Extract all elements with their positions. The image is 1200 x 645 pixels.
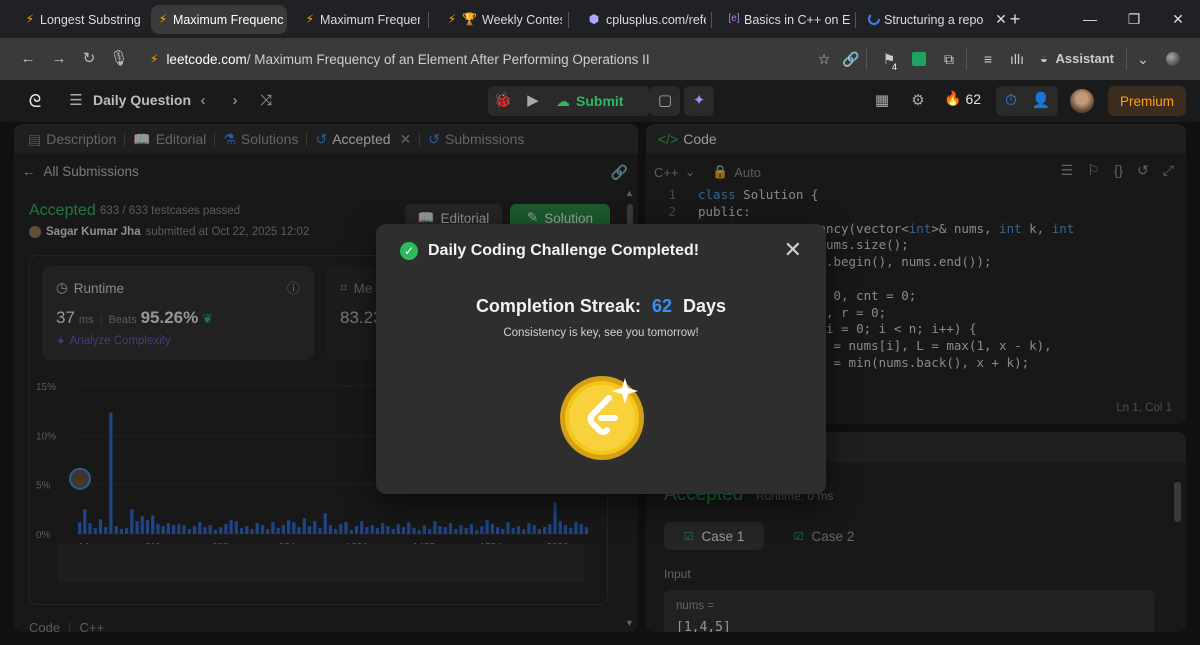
site-icon: ⚡ bbox=[150, 52, 159, 66]
leetcode-icon: ⚡ bbox=[25, 12, 35, 26]
url-bar[interactable]: ⚡ leetcode.com / Maximum Frequency of an… bbox=[140, 43, 880, 75]
ai-button[interactable]: ✦ bbox=[684, 86, 714, 116]
forward-icon[interactable]: → bbox=[48, 48, 70, 70]
extensions-icon[interactable]: ⧉ bbox=[938, 48, 960, 70]
new-tab-button[interactable]: + bbox=[995, 0, 1035, 38]
timer-group: ⏱ 👤 bbox=[996, 86, 1058, 116]
settings-gear-icon[interactable]: ⚙ bbox=[908, 90, 928, 112]
url-path: / Maximum Frequency of an Element After … bbox=[246, 51, 650, 67]
modal-header: ✓ Daily Coding Challenge Completed! bbox=[400, 242, 699, 260]
leetcode-topbar: ᘓ ☰ Daily Question ‹ › ⤨ 🐞 ▶ ☁ Submit ▢ … bbox=[0, 80, 1200, 122]
streak-counter[interactable]: 🔥 62 bbox=[944, 90, 981, 107]
maximize-icon[interactable]: ❐ bbox=[1114, 0, 1154, 38]
browser-tab[interactable]: ⬢ cplusplus.com/refe bbox=[582, 5, 706, 34]
run-submit-group: 🐞 ▶ ☁ Submit bbox=[488, 86, 650, 116]
browser-tab[interactable]: Structuring a repos bbox=[862, 5, 984, 34]
leetcode-logo-icon[interactable]: ᘓ bbox=[24, 90, 46, 112]
cplusplus-icon: ⬢ bbox=[588, 12, 600, 26]
flag-icon[interactable]: ⚑ 4 bbox=[878, 48, 900, 72]
menu-lines-icon[interactable]: ≡ bbox=[977, 48, 999, 70]
list-icon[interactable]: ☰ bbox=[66, 90, 86, 112]
avatar[interactable] bbox=[1070, 89, 1094, 113]
reload-icon[interactable]: ↻ bbox=[78, 48, 100, 70]
layout-grid-icon[interactable]: ▦ bbox=[872, 90, 892, 112]
browser-tab-strip: ⚡ Longest Substring w ⚡ Maximum Frequenc… bbox=[0, 0, 1200, 38]
back-icon[interactable]: ← bbox=[17, 48, 39, 70]
leetcode-icon: ⚡ bbox=[305, 12, 315, 26]
modal-title: Daily Coding Challenge Completed! bbox=[428, 242, 700, 259]
modal-close-icon[interactable]: ✕ bbox=[784, 238, 802, 262]
audio-wave-icon[interactable]: ıllı bbox=[1006, 48, 1028, 70]
loading-icon bbox=[867, 12, 881, 26]
shuffle-icon[interactable]: ⤨ bbox=[256, 90, 276, 112]
address-toolbar: ← → ↻ 🎙 ⚡ leetcode.com / Maximum Frequen… bbox=[0, 38, 1200, 80]
bookmark-star-icon[interactable]: ☆ bbox=[813, 48, 835, 70]
url-domain: leetcode.com bbox=[166, 51, 247, 67]
note-icon: ▢ bbox=[657, 92, 673, 109]
trophy-icon: 🏆 bbox=[462, 12, 477, 26]
sheets-extension-icon[interactable] bbox=[908, 48, 930, 70]
check-circle-icon: ✓ bbox=[400, 242, 418, 260]
add-friend-icon[interactable]: 👤 bbox=[1030, 90, 1052, 112]
daily-challenge-modal: ✓ Daily Coding Challenge Completed! ✕ Co… bbox=[376, 224, 826, 494]
link-icon[interactable]: 🔗 bbox=[840, 48, 862, 70]
leetcode-icon: ⚡ bbox=[158, 12, 168, 26]
notes-button[interactable]: ▢ bbox=[650, 86, 680, 116]
assistant-button[interactable]: ◒ Assistant bbox=[1040, 48, 1120, 70]
chevron-down-icon[interactable]: ⌄ bbox=[1134, 48, 1152, 70]
prev-question-icon[interactable]: ‹ bbox=[193, 90, 213, 112]
run-icon[interactable]: ▶ bbox=[522, 90, 544, 112]
premium-button[interactable]: Premium bbox=[1108, 86, 1186, 116]
leetcode-icon: ⚡ bbox=[447, 12, 457, 26]
microphone-icon[interactable]: 🎙 bbox=[108, 48, 130, 70]
assistant-icon: ◒ bbox=[1040, 51, 1048, 66]
gold-coin-icon bbox=[559, 374, 649, 464]
window-close-icon[interactable]: ✕ bbox=[1158, 0, 1198, 38]
sparkle-icon: ✦ bbox=[692, 92, 706, 109]
browser-tab[interactable]: ⚡ Maximum Frequenc bbox=[298, 5, 420, 34]
profile-icon[interactable] bbox=[1162, 48, 1184, 70]
completion-streak: Completion Streak: 62 Days bbox=[475, 296, 727, 316]
cloud-upload-icon: ☁ bbox=[556, 92, 570, 109]
fire-icon: 🔥 bbox=[944, 90, 962, 106]
browser-tab-active[interactable]: ⚡ Maximum Frequenc bbox=[151, 5, 287, 34]
submit-button[interactable]: ☁ Submit bbox=[556, 90, 623, 112]
browser-tab[interactable]: [e] Basics in C++ on Ed bbox=[722, 5, 850, 34]
next-question-icon[interactable]: › bbox=[225, 90, 245, 112]
ed-icon: [e] bbox=[728, 13, 740, 24]
minimize-icon[interactable]: — bbox=[1070, 0, 1110, 38]
browser-tab[interactable]: ⚡ 🏆 Weekly Contest bbox=[440, 5, 562, 34]
debug-icon[interactable]: 🐞 bbox=[492, 90, 514, 112]
browser-tab[interactable]: ⚡ Longest Substring w bbox=[18, 5, 140, 34]
timer-icon[interactable]: ⏱ bbox=[1000, 90, 1022, 112]
modal-message: Consistency is key, see you tomorrow! bbox=[503, 327, 699, 339]
daily-question-link[interactable]: Daily Question bbox=[93, 92, 191, 108]
